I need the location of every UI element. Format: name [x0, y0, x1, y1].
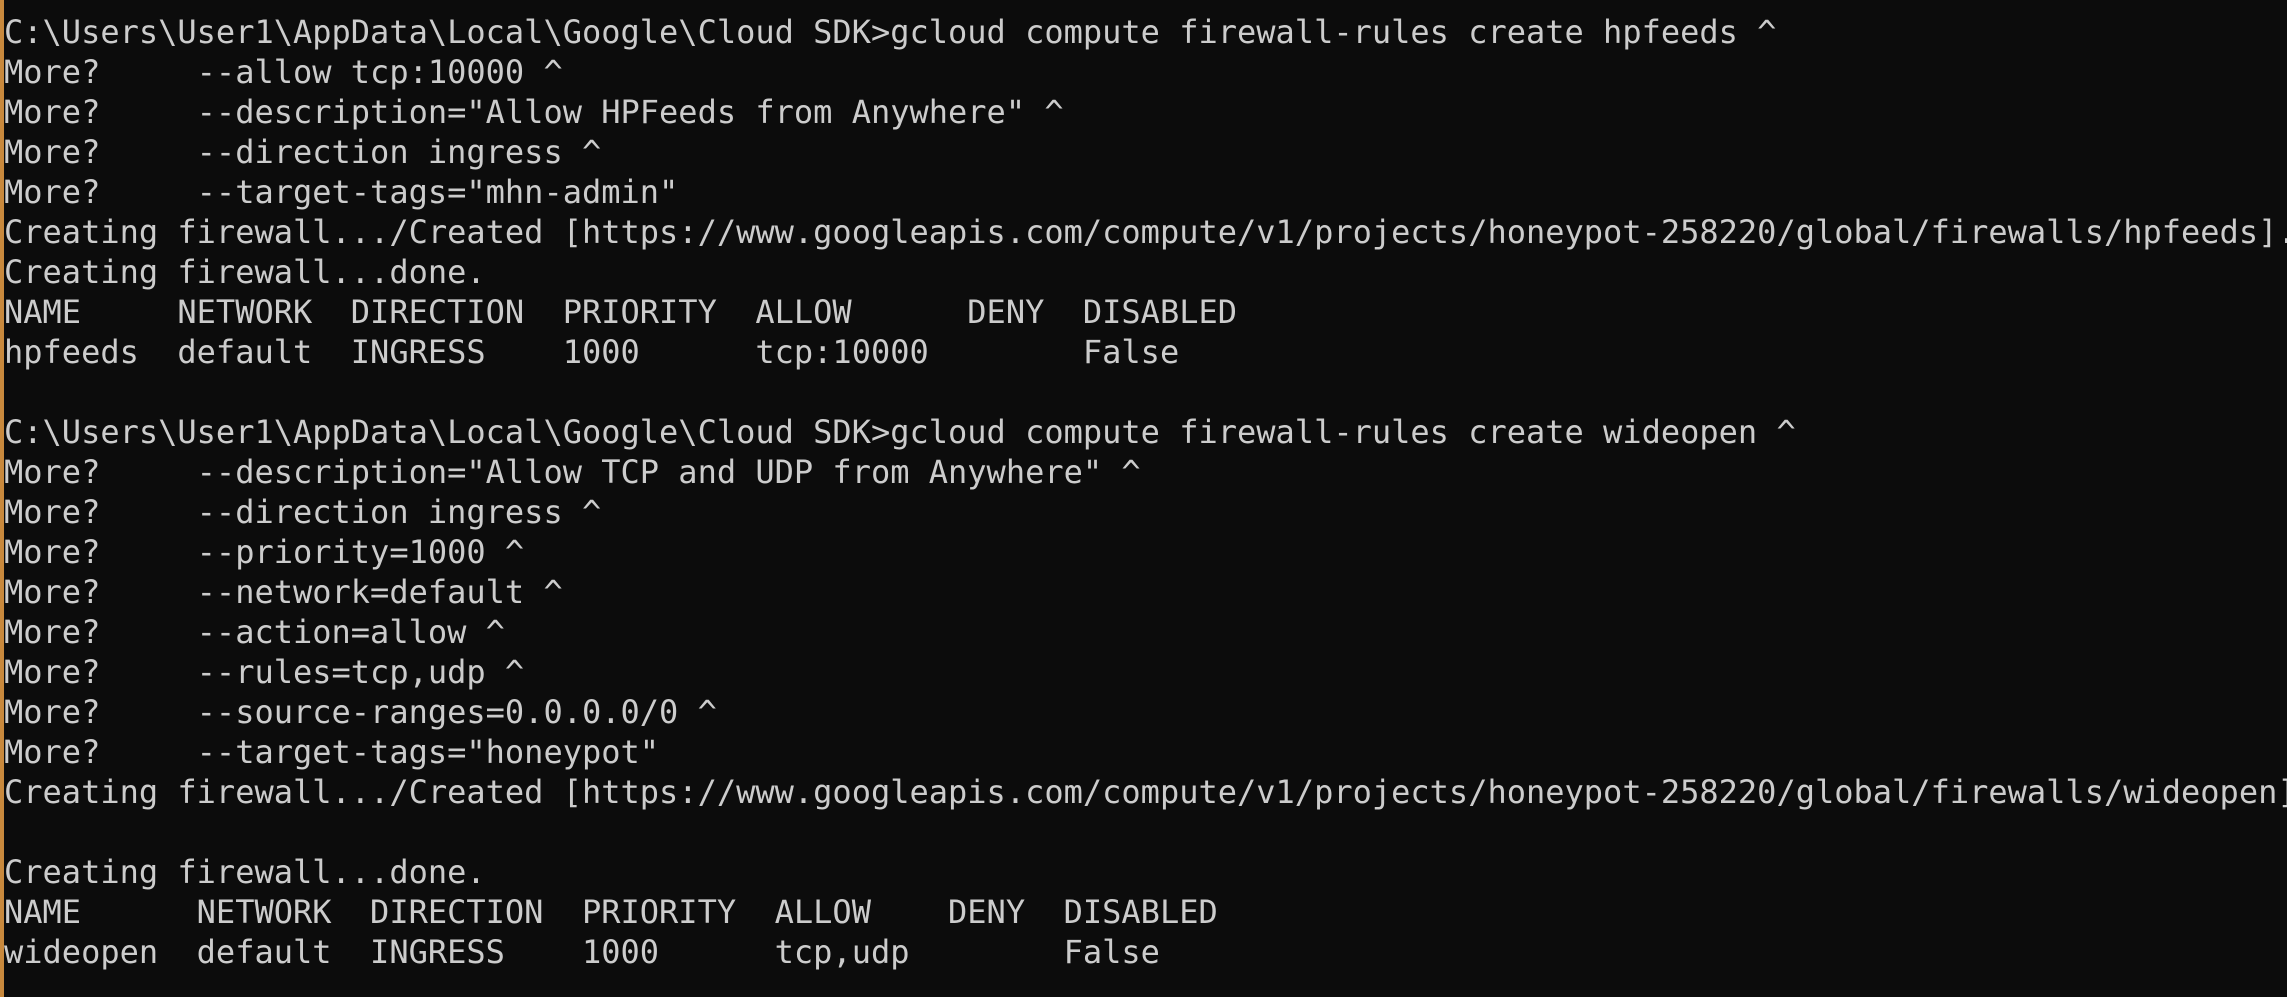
continuation-line: More? --target-tags="honeypot" — [4, 733, 660, 771]
continuation-line: More? --rules=tcp,udp ^ — [4, 653, 525, 691]
table-row-line: wideopen default INGRESS 1000 tcp,udp Fa… — [4, 933, 1160, 971]
output-line: Creating firewall...done. — [4, 853, 486, 891]
continuation-line: More? --direction ingress ^ — [4, 133, 602, 171]
continuation-line: More? --source-ranges=0.0.0.0/0 ^ — [4, 693, 717, 731]
continuation-line: More? --target-tags="mhn-admin" — [4, 173, 679, 211]
continuation-line: More? --direction ingress ^ — [4, 493, 602, 531]
continuation-line: More? --action=allow ^ — [4, 613, 505, 651]
continuation-line: More? --priority=1000 ^ — [4, 533, 525, 571]
command-prompt-line: C:\Users\User1\AppData\Local\Google\Clou… — [4, 13, 1777, 51]
continuation-line: More? --description="Allow TCP and UDP f… — [4, 453, 1141, 491]
command-prompt-line: C:\Users\User1\AppData\Local\Google\Clou… — [4, 413, 1796, 451]
continuation-line: More? --network=default ^ — [4, 573, 563, 611]
output-line: Creating firewall...done. — [4, 253, 486, 291]
table-header-line: NAME NETWORK DIRECTION PRIORITY ALLOW DE… — [4, 893, 1218, 931]
continuation-line: More? --description="Allow HPFeeds from … — [4, 93, 1064, 131]
table-header-line: NAME NETWORK DIRECTION PRIORITY ALLOW DE… — [4, 293, 1237, 331]
continuation-line: More? --allow tcp:10000 ^ — [4, 53, 563, 91]
output-line: Creating firewall.../Created [https://ww… — [4, 213, 2287, 251]
table-row-line: hpfeeds default INGRESS 1000 tcp:10000 F… — [4, 333, 1180, 371]
terminal-window[interactable]: C:\Users\User1\AppData\Local\Google\Clou… — [0, 0, 2287, 997]
output-line: Creating firewall.../Created [https://ww… — [4, 773, 2287, 811]
